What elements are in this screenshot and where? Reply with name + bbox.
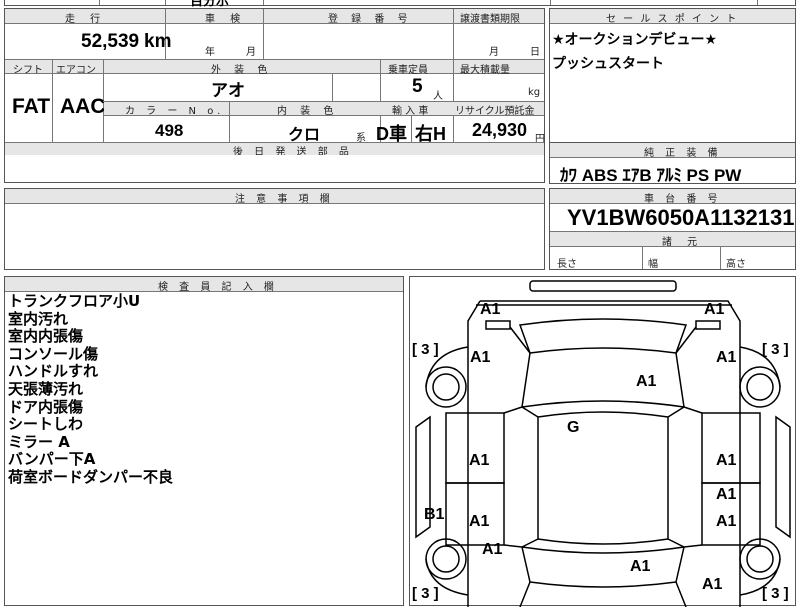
chassis-value: YV1BW6050A1132131 (567, 205, 795, 230)
damage-mark: G (567, 419, 580, 436)
inspector-notes-box: 検 査 員 記 入 欄 トランクフロア小U 室内汚れ 室内内張傷 コンソール傷 ハンドル… (4, 276, 404, 606)
notes-box: 注 意 事 項 欄 (4, 188, 545, 270)
transfer-month-label: 月 (489, 47, 499, 58)
damage-mark: A1 (470, 349, 491, 366)
damage-mark: A1 (704, 301, 725, 318)
inspector-note-line: ドア内張傷 (8, 397, 84, 416)
damage-mark: A1 (469, 513, 490, 530)
damage-mark: A1 (480, 301, 501, 318)
max-load-header: 最大積載量 (460, 65, 510, 76)
inspector-note-line: 天張薄汚れ (8, 379, 84, 398)
damage-mark: A1 (630, 558, 651, 575)
inspector-note-line: ハンドルすれ (8, 362, 99, 381)
mileage-value: 52,539 (81, 31, 140, 52)
tire-depth-rear-left: [ 3 ] (412, 585, 439, 602)
inspector-note-line: コンソール傷 (8, 344, 99, 363)
sales-points-box: セ ー ル ス ポ イ ン ト ★オークションデビュー★ プッシュスタート (549, 8, 796, 143)
equipment-value: ｶﾜ ABS ｴｱB ｱﾙﾐ PS PW (560, 166, 742, 185)
tire-depth-front-right: [ 3 ] (762, 341, 789, 358)
inspector-note-line: 室内内張傷 (8, 327, 84, 346)
inspector-note-line: ミラー A (8, 432, 70, 451)
damage-mark: A1 (716, 513, 737, 530)
inspector-header: 検 査 員 記 入 欄 (158, 282, 278, 293)
sales-point-line-1: ★オークションデビュー★ (552, 32, 718, 48)
recycle-value: 24,930 (472, 120, 528, 140)
vehicle-info-table: 走 行 車 検 登 録 番 号 譲渡書類期限 52,539 km 年 月 月 日… (4, 8, 545, 158)
transfer-day-label: 日 (530, 47, 540, 58)
chassis-box: 車 台 番 号 YV1BW6050A1132131 諸 元 長さ 幅 高さ (549, 188, 796, 270)
dimension-width-label: 幅 (648, 259, 658, 270)
capacity-value: 5 (412, 76, 423, 97)
damage-mark: A1 (636, 373, 657, 390)
top-strip: 百分示 (4, 0, 796, 9)
exterior-color-header: 外 装 色 (211, 65, 273, 76)
inspector-lines: トランクフロア小U 室内汚れ 室内内張傷 コンソール傷 ハンドルすれ 天張薄汚れ ドア内張傷… (8, 292, 174, 487)
later-parts-field (4, 155, 545, 183)
car-diagram-box: A1 A1 A1 A1 A1 G A1 A1 A1 A1 B1 A1 B1 A1… (409, 276, 796, 607)
capacity-unit: 人 (433, 91, 443, 102)
exterior-color-value: アオ (211, 81, 245, 100)
tire-depth-front-left: [ 3 ] (412, 341, 439, 358)
chassis-header: 車 台 番 号 (644, 194, 722, 205)
inspector-note-line: バンパー下A (8, 450, 96, 469)
tire-depth-rear-right: [ 3 ] (762, 585, 789, 602)
shift-header: シフト (13, 65, 43, 76)
inspector-note-line: 室内汚れ (8, 309, 69, 328)
color-no-header: カ ラ ー N o. (125, 106, 225, 117)
mileage-unit: km (144, 31, 172, 52)
inspector-note-line: トランクフロア小U (8, 292, 141, 310)
dimension-height-label: 高さ (726, 259, 746, 270)
inspector-note-line: 荷室ボードダンパー不良 (8, 467, 174, 486)
damage-mark: B1 (424, 506, 445, 523)
sales-point-line-2: プッシュスタート (552, 56, 664, 72)
notes-header: 注 意 事 項 欄 (235, 194, 334, 205)
inspector-note-line: シートしわ (8, 415, 84, 434)
aircon-header: エアコン (56, 65, 96, 76)
inspection-month-label: 月 (246, 47, 256, 58)
sales-points-header: セ ー ル ス ポ イ ン ト (606, 14, 739, 25)
damage-mark: A1 (716, 452, 737, 469)
color-no-value: 498 (155, 121, 184, 140)
shift-value: FAT (12, 95, 51, 118)
equipment-header: 純 正 装 備 (644, 148, 722, 159)
aircon-value: AAC (60, 95, 106, 118)
damage-mark: A1 (716, 486, 737, 503)
damage-mark: A1 (702, 576, 723, 593)
damage-mark: A1 (469, 452, 490, 469)
dimension-length-label: 長さ (557, 259, 577, 270)
recycle-header: リサイクル預託金 (455, 106, 535, 117)
interior-color-header: 内 装 色 (277, 106, 339, 117)
max-load-unit: kg (528, 87, 541, 98)
damage-mark: A1 (716, 349, 737, 366)
inspection-year-label: 年 (205, 47, 215, 58)
damage-mark: A1 (482, 541, 503, 558)
car-diagram (415, 280, 791, 607)
equipment-box: 純 正 装 備 ｶﾜ ABS ｴｱB ｱﾙﾐ PS PW (549, 142, 796, 185)
capacity-header: 乗車定員 (388, 65, 428, 76)
